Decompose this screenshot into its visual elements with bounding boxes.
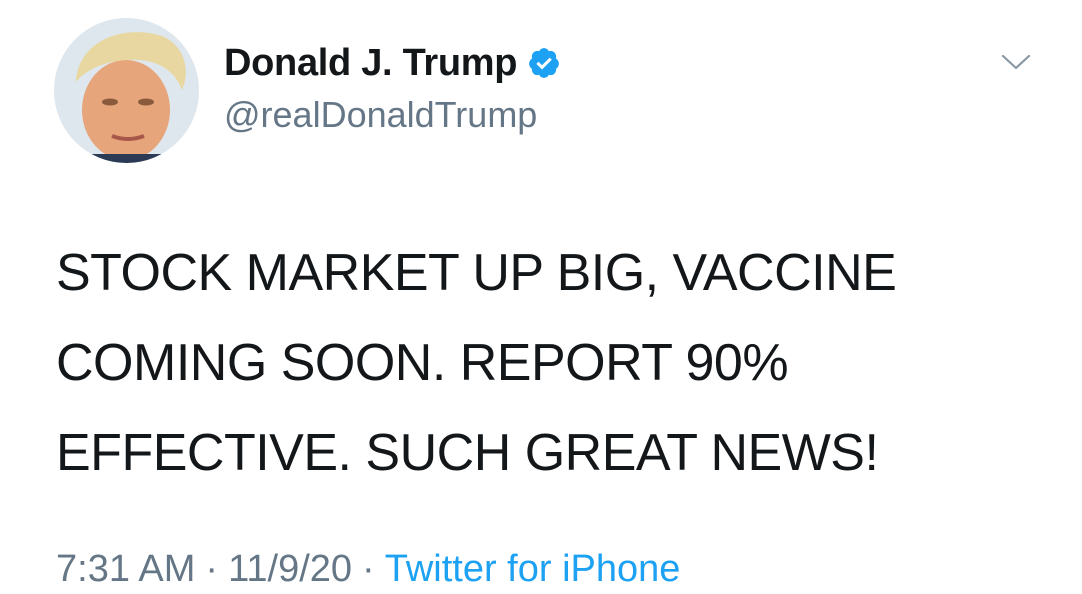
- tweet-source-link[interactable]: Twitter for iPhone: [385, 548, 681, 591]
- chevron-down-icon[interactable]: [1000, 50, 1032, 74]
- tweet-card: Donald J. Trump @realDonaldTrump STOCK M…: [0, 0, 1082, 594]
- user-handle[interactable]: @realDonaldTrump: [224, 94, 537, 136]
- tweet-text-line: COMING SOON. REPORT 90%: [56, 334, 789, 392]
- tweet-text-line: EFFECTIVE. SUCH GREAT NEWS!: [56, 424, 879, 482]
- verified-badge-icon: [527, 46, 561, 80]
- profile-photo-icon: [54, 18, 199, 163]
- tweet-text: STOCK MARKET UP BIG, VACCINE COMING SOON…: [56, 228, 1046, 498]
- author-row: Donald J. Trump: [224, 38, 561, 88]
- tweet-meta: 7:31 AM · 11/9/20 · Twitter for iPhone: [56, 548, 680, 591]
- avatar[interactable]: [54, 18, 199, 163]
- meta-separator: ·: [205, 548, 219, 590]
- meta-separator: ·: [362, 548, 375, 590]
- tweet-date[interactable]: 11/9/20: [228, 548, 352, 591]
- display-name[interactable]: Donald J. Trump: [224, 42, 518, 85]
- tweet-time[interactable]: 7:31 AM: [56, 548, 195, 591]
- tweet-text-line: STOCK MARKET UP BIG, VACCINE: [56, 244, 897, 302]
